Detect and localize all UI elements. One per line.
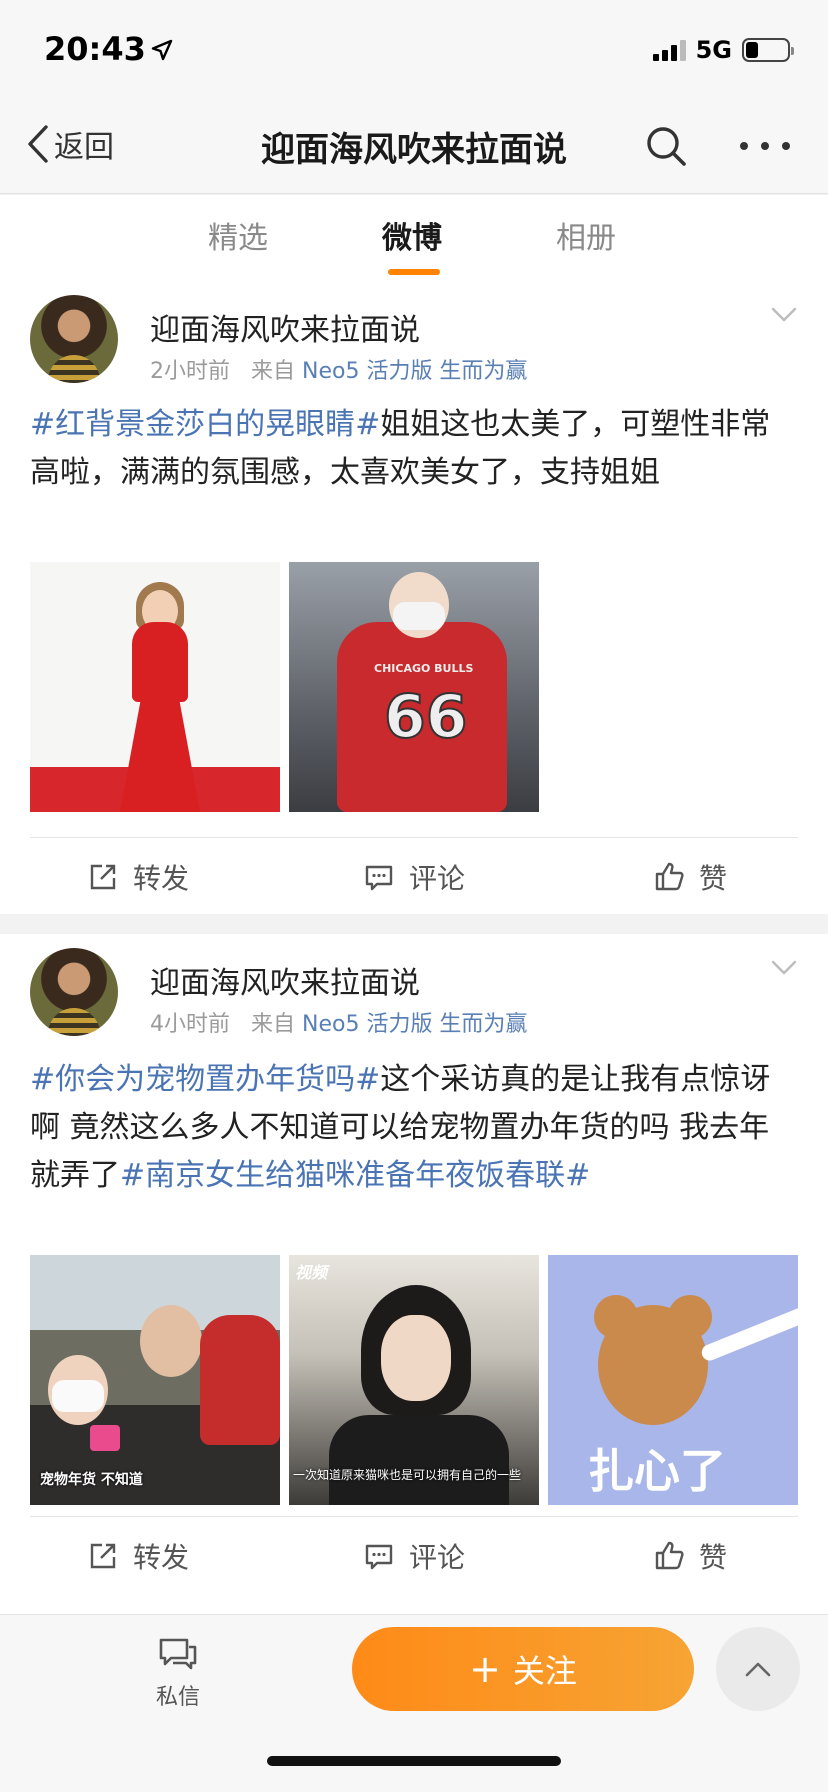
comment-button[interactable]: 评论: [276, 1520, 552, 1592]
like-button[interactable]: 赞: [552, 841, 828, 913]
message-icon: [159, 1638, 197, 1670]
divider: [30, 837, 798, 838]
post-author[interactable]: 迎面海风吹来拉面说: [150, 958, 420, 1002]
weibo-profile-screen: 20:43 5G 返回 迎面海风吹来拉面说 精选 微博 相册 迎面海风吹来拉面说…: [0, 0, 828, 1792]
hashtag-link[interactable]: #南京女生给猫咪准备年夜饭春联#: [120, 1158, 590, 1193]
tab-weibo[interactable]: 微博: [382, 213, 442, 257]
chevron-up-icon: [745, 1662, 771, 1677]
location-arrow-icon: [151, 39, 173, 61]
image-grid: CHICAGO BULLS 66: [30, 562, 539, 812]
comment-icon: [365, 1544, 393, 1570]
follow-button[interactable]: + 关注: [352, 1627, 694, 1711]
like-label: 赞: [698, 1541, 727, 1574]
repost-icon: [90, 864, 116, 890]
chevron-down-icon[interactable]: [770, 305, 798, 325]
network-type: 5G: [695, 36, 732, 64]
post-image[interactable]: 扎心了: [548, 1255, 798, 1505]
post-image[interactable]: CHICAGO BULLS 66: [289, 562, 539, 812]
battery-icon: [742, 38, 794, 62]
back-label: 返回: [54, 130, 114, 165]
post: 迎面海风吹来拉面说 2小时前 来自 Neo5 活力版 生而为赢 #红背景金莎白的…: [0, 281, 828, 914]
tab-featured[interactable]: 精选: [208, 213, 268, 257]
post-time: 2小时前: [150, 359, 230, 384]
status-time: 20:43: [44, 30, 146, 68]
nav-bar: 返回 迎面海风吹来拉面说: [0, 100, 828, 194]
page-title: 迎面海风吹来拉面说: [261, 130, 567, 170]
divider: [30, 1516, 798, 1517]
like-icon: [655, 1541, 684, 1570]
repost-label: 转发: [132, 1541, 189, 1574]
comment-label: 评论: [408, 1541, 465, 1574]
post-source[interactable]: Neo5 活力版 生而为赢: [302, 1012, 527, 1037]
more-icon[interactable]: [740, 126, 790, 166]
post: 迎面海风吹来拉面说 4小时前 来自 Neo5 活力版 生而为赢 #你会为宠物置办…: [0, 934, 828, 1624]
post-meta: 2小时前 来自 Neo5 活力版 生而为赢: [150, 353, 527, 385]
video-tag: 视频: [295, 1263, 328, 1282]
repost-button[interactable]: 转发: [0, 1520, 276, 1592]
back-button[interactable]: 返回: [24, 122, 114, 166]
post-source[interactable]: Neo5 活力版 生而为赢: [302, 359, 527, 384]
back-chevron-icon: [28, 125, 48, 163]
post-actions: 转发 评论 赞: [0, 841, 828, 913]
dm-label: 私信: [155, 1685, 200, 1710]
plus-icon: +: [469, 1647, 501, 1691]
image-caption: 扎心了: [588, 1444, 726, 1498]
post-source-prefix: 来自: [250, 359, 295, 384]
home-indicator[interactable]: [267, 1756, 561, 1766]
chevron-down-icon[interactable]: [770, 958, 798, 978]
hashtag-link[interactable]: #红背景金莎白的晃眼睛#: [30, 407, 380, 442]
profile-tabs: 精选 微博 相册: [0, 195, 828, 281]
comment-icon: [365, 865, 393, 891]
comment-label: 评论: [408, 862, 465, 895]
signal-icon: [652, 39, 686, 61]
feed: 迎面海风吹来拉面说 2小时前 来自 Neo5 活力版 生而为赢 #红背景金莎白的…: [0, 281, 828, 1624]
tab-album[interactable]: 相册: [556, 213, 616, 257]
follow-label: 关注: [512, 1652, 577, 1690]
post-source-prefix: 来自: [250, 1012, 295, 1037]
post-text: #你会为宠物置办年货吗#这个采访真的是让我有点惊讶啊 竟然这么多人不知道可以给宠…: [30, 1056, 798, 1200]
repost-label: 转发: [132, 862, 189, 895]
like-icon: [655, 862, 684, 891]
post-image[interactable]: 视频 一次知道原来猫咪也是可以拥有自己的一些: [289, 1255, 539, 1505]
like-label: 赞: [698, 862, 727, 895]
post-author[interactable]: 迎面海风吹来拉面说: [150, 305, 420, 349]
status-indicators: 5G: [652, 36, 794, 64]
post-meta: 4小时前 来自 Neo5 活力版 生而为赢: [150, 1006, 527, 1038]
repost-button[interactable]: 转发: [0, 841, 276, 913]
scroll-to-top-button[interactable]: [716, 1627, 800, 1711]
search-icon[interactable]: [644, 124, 688, 168]
active-tab-indicator: [388, 269, 440, 275]
post-image[interactable]: [30, 562, 280, 812]
status-bar: 20:43 5G: [0, 0, 828, 100]
image-grid: 宠物年货 不知道 视频 一次知道原来猫咪也是可以拥有自己的一些 扎心了: [30, 1255, 798, 1505]
post-image[interactable]: 宠物年货 不知道: [30, 1255, 280, 1505]
direct-message-button[interactable]: 私信: [148, 1637, 208, 1711]
repost-icon: [90, 1543, 116, 1569]
avatar[interactable]: [30, 295, 118, 383]
post-time: 4小时前: [150, 1012, 230, 1037]
avatar[interactable]: [30, 948, 118, 1036]
hashtag-link[interactable]: #你会为宠物置办年货吗#: [30, 1062, 380, 1097]
post-actions: 转发 评论 赞: [0, 1520, 828, 1592]
post-text: #红背景金莎白的晃眼睛#姐姐这也太美了，可塑性非常高啦，满满的氛围感，太喜欢美女…: [30, 401, 798, 497]
image-caption: 一次知道原来猫咪也是可以拥有自己的一些: [293, 1468, 522, 1482]
like-button[interactable]: 赞: [552, 1520, 828, 1592]
comment-button[interactable]: 评论: [276, 841, 552, 913]
image-caption: 宠物年货 不知道: [40, 1472, 143, 1488]
